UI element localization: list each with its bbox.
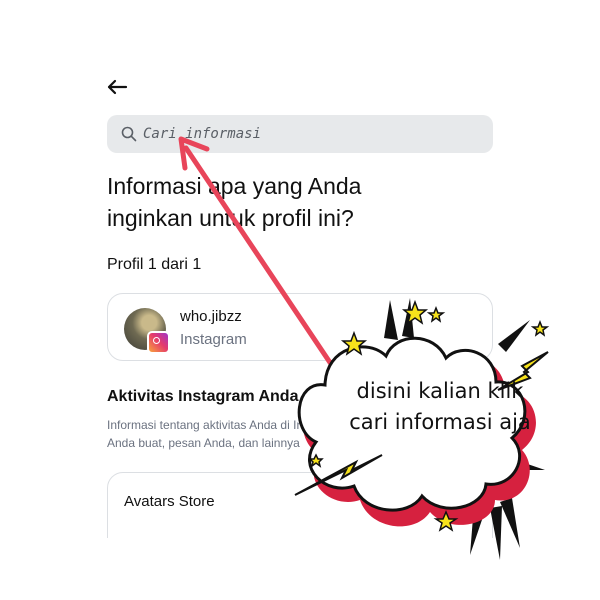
- bottom-crop: [0, 538, 600, 600]
- profile-count: Profil 1 dari 1: [107, 256, 202, 273]
- search-bar[interactable]: [107, 115, 493, 153]
- avatars-store-label: Avatars Store: [124, 493, 215, 510]
- search-icon: [121, 126, 137, 142]
- profile-platform: Instagram: [180, 331, 247, 348]
- profile-name: who.jibzz: [180, 308, 242, 325]
- page-title: Informasi apa yang Anda inginkan untuk p…: [107, 173, 362, 231]
- section-title: Aktivitas Instagram Anda: [107, 388, 299, 405]
- instagram-icon: [147, 331, 170, 354]
- callout-text: disini kalian klik cari informasi aja: [315, 376, 565, 438]
- search-input[interactable]: [143, 126, 443, 142]
- profile-card[interactable]: who.jibzz Instagram: [107, 293, 493, 361]
- callout-line-2: cari informasi aja: [349, 410, 531, 434]
- arrow-left-icon: [107, 79, 128, 95]
- back-button[interactable]: [104, 74, 130, 100]
- section-description: Informasi tentang aktivitas Anda di Inst…: [107, 416, 317, 452]
- callout-line-1: disini kalian klik: [356, 379, 524, 403]
- section-description-line-1: Informasi tentang aktivitas Anda di Inst…: [107, 418, 317, 432]
- section-description-line-2: Anda buat, pesan Anda, dan lainnya: [107, 436, 300, 450]
